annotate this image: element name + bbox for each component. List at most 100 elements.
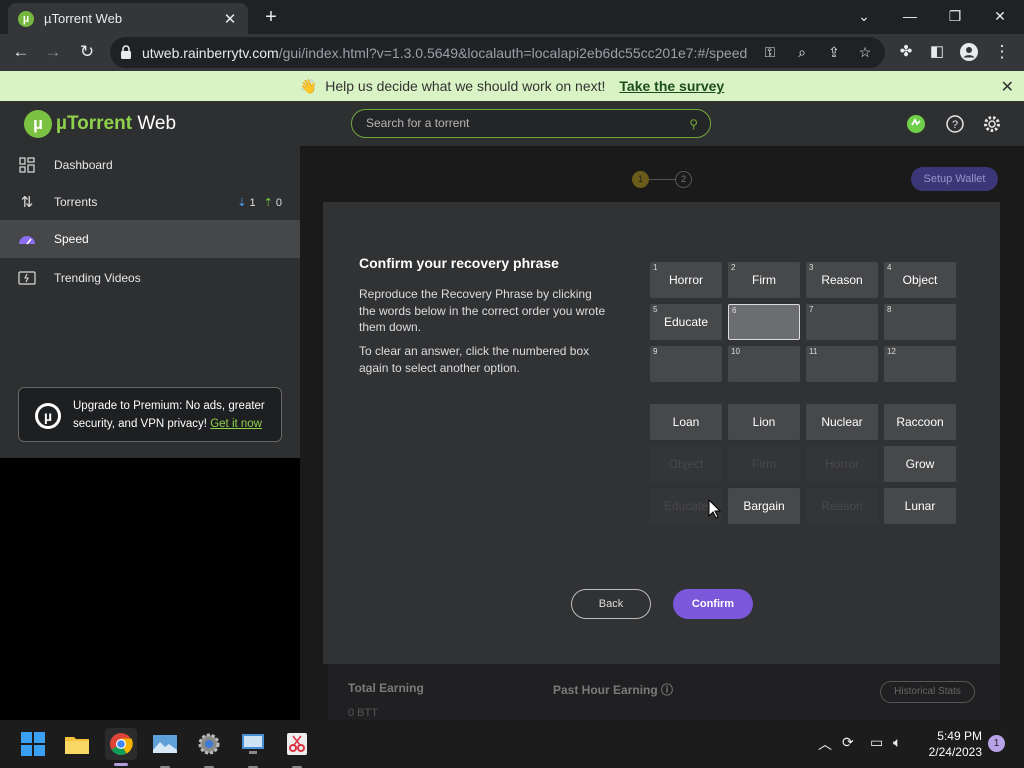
search-input[interactable] bbox=[366, 116, 666, 130]
word-option-raccoon[interactable]: Raccoon bbox=[884, 404, 956, 440]
word-option-lunar[interactable]: Lunar bbox=[884, 488, 956, 524]
volume-icon[interactable]: 🔈︎ bbox=[893, 734, 901, 751]
phrase-slot-8[interactable]: 8 bbox=[884, 304, 956, 340]
slot-word: Reason bbox=[821, 273, 863, 287]
phrase-slot-4[interactable]: 4 Object bbox=[884, 262, 956, 298]
search-icon[interactable]: ⚲ bbox=[689, 117, 698, 131]
phrase-slot-10[interactable]: 10 bbox=[728, 346, 800, 382]
word-option-loan[interactable]: Loan bbox=[650, 404, 722, 440]
setup-wallet-button: Setup Wallet bbox=[911, 167, 998, 191]
photos-app-icon[interactable] bbox=[149, 728, 181, 760]
slot-word bbox=[806, 304, 878, 340]
zoom-icon[interactable]: ⌕ bbox=[792, 42, 812, 62]
remote-desktop-icon[interactable] bbox=[237, 728, 269, 760]
slot-word bbox=[729, 305, 799, 339]
browser-menu-icon[interactable]: ⋮ bbox=[991, 41, 1013, 63]
video-icon bbox=[17, 268, 37, 288]
address-bar[interactable]: utweb.rainberrytv.com/gui/index.html?v=1… bbox=[110, 37, 885, 68]
help-icon[interactable]: ? bbox=[945, 114, 965, 134]
snipping-tool-icon[interactable] bbox=[281, 728, 313, 760]
tab-search-icon[interactable]: ⌄ bbox=[850, 4, 878, 28]
sidebar-item-label: Speed bbox=[54, 232, 89, 246]
sidebar-item-speed[interactable]: Speed bbox=[0, 220, 300, 258]
svg-text:?: ? bbox=[952, 119, 958, 131]
back-button[interactable]: Back bbox=[571, 589, 651, 619]
new-tab-icon[interactable]: + bbox=[260, 6, 282, 28]
up-down-arrows-icon: ⇅ bbox=[20, 194, 34, 211]
settings-app-icon[interactable] bbox=[193, 728, 225, 760]
phrase-slot-12[interactable]: 12 bbox=[884, 346, 956, 382]
notification-badge[interactable]: 1 bbox=[988, 735, 1005, 752]
step-2: 2 bbox=[675, 171, 692, 188]
torrent-search: ⚲ bbox=[351, 109, 711, 138]
slot-word: Horror bbox=[668, 273, 703, 287]
network-icon[interactable]: ▭ bbox=[870, 734, 883, 751]
past-hour-earning-label: Past Hour Earning ⓘ bbox=[553, 681, 673, 698]
logo-suffix: Web bbox=[132, 113, 177, 134]
utorrent-logo[interactable]: µ µTorrent Web bbox=[24, 110, 176, 138]
phrase-slot-6[interactable]: 6 bbox=[728, 304, 800, 340]
browser-tab[interactable]: µ µTorrent Web ✕ bbox=[8, 3, 248, 34]
forward-arrow-icon[interactable]: → bbox=[42, 41, 64, 63]
survey-banner: 👋 Help us decide what we should work on … bbox=[0, 71, 1024, 101]
windows-start-icon[interactable] bbox=[17, 728, 49, 760]
phrase-slot-5[interactable]: 5 Educate bbox=[650, 304, 722, 340]
wallet-steps: 1 2 bbox=[632, 171, 692, 188]
phrase-slot-9[interactable]: 9 bbox=[650, 346, 722, 382]
close-tab-icon[interactable]: ✕ bbox=[222, 10, 238, 28]
sync-icon[interactable]: ⟳ bbox=[842, 734, 854, 751]
minimize-icon[interactable]: — bbox=[896, 4, 924, 28]
file-explorer-icon[interactable] bbox=[61, 728, 93, 760]
step-1: 1 bbox=[632, 171, 649, 188]
confirm-button[interactable]: Confirm bbox=[673, 589, 753, 619]
take-survey-link[interactable]: Take the survey bbox=[619, 78, 724, 94]
system-clock[interactable]: 5:49 PM 2/24/2023 bbox=[920, 728, 982, 760]
close-banner-icon[interactable]: ✕ bbox=[1001, 77, 1014, 97]
side-panel-icon[interactable]: ◧ bbox=[926, 41, 948, 63]
sidebar: Dashboard ⇅ Torrents ⇣ 1 ⇡ 0 Speed Trendi… bbox=[0, 146, 300, 458]
wave-icon: 👋 bbox=[299, 77, 318, 94]
word-option-firm: Firm bbox=[728, 446, 800, 482]
info-icon: ⓘ bbox=[661, 683, 674, 697]
back-arrow-icon[interactable]: ← bbox=[10, 41, 32, 63]
share-icon[interactable]: ⇪ bbox=[824, 42, 844, 62]
connection-status-icon[interactable] bbox=[906, 114, 926, 134]
active-indicator bbox=[114, 763, 128, 766]
sidebar-item-dashboard[interactable]: Dashboard bbox=[0, 146, 300, 184]
browser-tab-strip: µ µTorrent Web ✕ + ⌄ — ❐ ✕ bbox=[0, 0, 1024, 34]
word-option-nuclear[interactable]: Nuclear bbox=[806, 404, 878, 440]
phrase-slot-1[interactable]: 1 Horror bbox=[650, 262, 722, 298]
bookmark-star-icon[interactable]: ☆ bbox=[855, 42, 875, 62]
word-option-grow[interactable]: Grow bbox=[884, 446, 956, 482]
sidebar-item-trending-videos[interactable]: Trending Videos bbox=[0, 259, 300, 297]
show-hidden-icons-icon[interactable]: ︿ bbox=[818, 734, 832, 754]
extensions-icon[interactable]: ✤ bbox=[895, 41, 917, 63]
url-text: utweb.rainberrytv.com/gui/index.html?v=1… bbox=[142, 45, 747, 61]
lock-icon bbox=[121, 45, 131, 59]
key-icon[interactable]: ⚿ bbox=[760, 42, 780, 62]
slot-word bbox=[884, 346, 956, 382]
get-it-now-link[interactable]: Get it now bbox=[210, 418, 262, 430]
profile-icon[interactable] bbox=[958, 41, 980, 63]
reload-icon[interactable]: ↻ bbox=[76, 41, 98, 63]
torrent-counts: ⇣ 1 ⇡ 0 bbox=[237, 196, 282, 209]
phrase-slot-7[interactable]: 7 bbox=[806, 304, 878, 340]
upgrade-premium-card[interactable]: µ Upgrade to Premium: No ads, greater se… bbox=[18, 387, 282, 442]
url-path: /gui/index.html?v=1.3.0.5649&localauth=l… bbox=[278, 45, 748, 61]
phrase-slot-2[interactable]: 2 Firm bbox=[728, 262, 800, 298]
phrase-slot-3[interactable]: 3 Reason bbox=[806, 262, 878, 298]
sidebar-item-label: Torrents bbox=[54, 195, 98, 209]
upload-count: 0 bbox=[275, 196, 282, 209]
chrome-taskbar-button[interactable] bbox=[105, 728, 137, 766]
utorrent-logo-icon: µ bbox=[24, 110, 52, 138]
restore-icon[interactable]: ❐ bbox=[941, 4, 969, 28]
slot-word bbox=[650, 346, 722, 382]
dashboard-icon bbox=[17, 155, 37, 175]
word-option-bargain[interactable]: Bargain bbox=[728, 488, 800, 524]
settings-gear-icon[interactable] bbox=[982, 114, 1002, 134]
close-window-icon[interactable]: ✕ bbox=[986, 4, 1014, 28]
word-option-lion[interactable]: Lion bbox=[728, 404, 800, 440]
url-host: utweb.rainberrytv.com bbox=[142, 45, 279, 61]
phrase-slot-11[interactable]: 11 bbox=[806, 346, 878, 382]
sidebar-item-torrents[interactable]: ⇅ Torrents ⇣ 1 ⇡ 0 bbox=[0, 183, 300, 221]
